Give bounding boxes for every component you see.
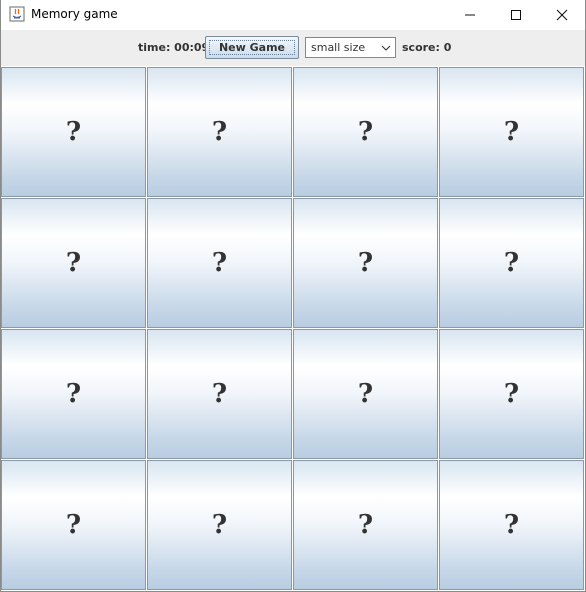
card-tile[interactable]: ? [293,329,438,459]
new-game-button-label: New Game [218,41,286,54]
card-face: ? [211,248,228,278]
card-face: ? [503,248,520,278]
card-board: ? ? ? ? ? ? ? ? ? ? ? ? ? ? ? ? [1,67,585,591]
score-label: score: 0 [402,41,452,54]
card-face: ? [357,510,374,540]
card-tile[interactable]: ? [439,460,584,590]
card-tile[interactable]: ? [1,198,146,328]
card-tile[interactable]: ? [147,329,292,459]
minimize-button[interactable] [447,0,493,30]
card-face: ? [503,510,520,540]
chevron-down-icon [381,45,391,51]
card-face: ? [503,117,520,147]
maximize-icon [511,10,521,20]
card-face: ? [357,379,374,409]
card-tile[interactable]: ? [439,329,584,459]
close-icon [556,9,568,21]
card-face: ? [211,510,228,540]
window-title: Memory game [31,7,118,21]
card-face: ? [211,379,228,409]
card-face: ? [211,117,228,147]
card-face: ? [357,248,374,278]
card-tile[interactable]: ? [147,460,292,590]
card-face: ? [503,379,520,409]
card-tile[interactable]: ? [293,67,438,197]
card-tile[interactable]: ? [293,460,438,590]
minimize-icon [465,14,475,16]
card-face: ? [357,117,374,147]
size-dropdown-value: small size [311,41,366,54]
card-tile[interactable]: ? [1,460,146,590]
card-face: ? [65,248,82,278]
card-face: ? [65,117,82,147]
maximize-button[interactable] [493,0,539,30]
card-tile[interactable]: ? [293,198,438,328]
new-game-button[interactable]: New Game [205,36,299,59]
card-tile[interactable]: ? [147,198,292,328]
card-tile[interactable]: ? [147,67,292,197]
close-button[interactable] [539,0,585,30]
app-window: Memory game time: 00:09 New Game small s… [0,0,586,592]
card-face: ? [65,379,82,409]
card-tile[interactable]: ? [439,67,584,197]
java-app-icon [9,6,25,22]
card-face: ? [65,510,82,540]
card-tile[interactable]: ? [1,67,146,197]
card-tile[interactable]: ? [1,329,146,459]
card-tile[interactable]: ? [439,198,584,328]
toolbar: time: 00:09 New Game small size score: 0 [1,30,585,66]
size-dropdown[interactable]: small size [305,37,396,58]
timer-label: time: 00:09 [138,41,210,54]
title-bar[interactable]: Memory game [1,0,585,30]
